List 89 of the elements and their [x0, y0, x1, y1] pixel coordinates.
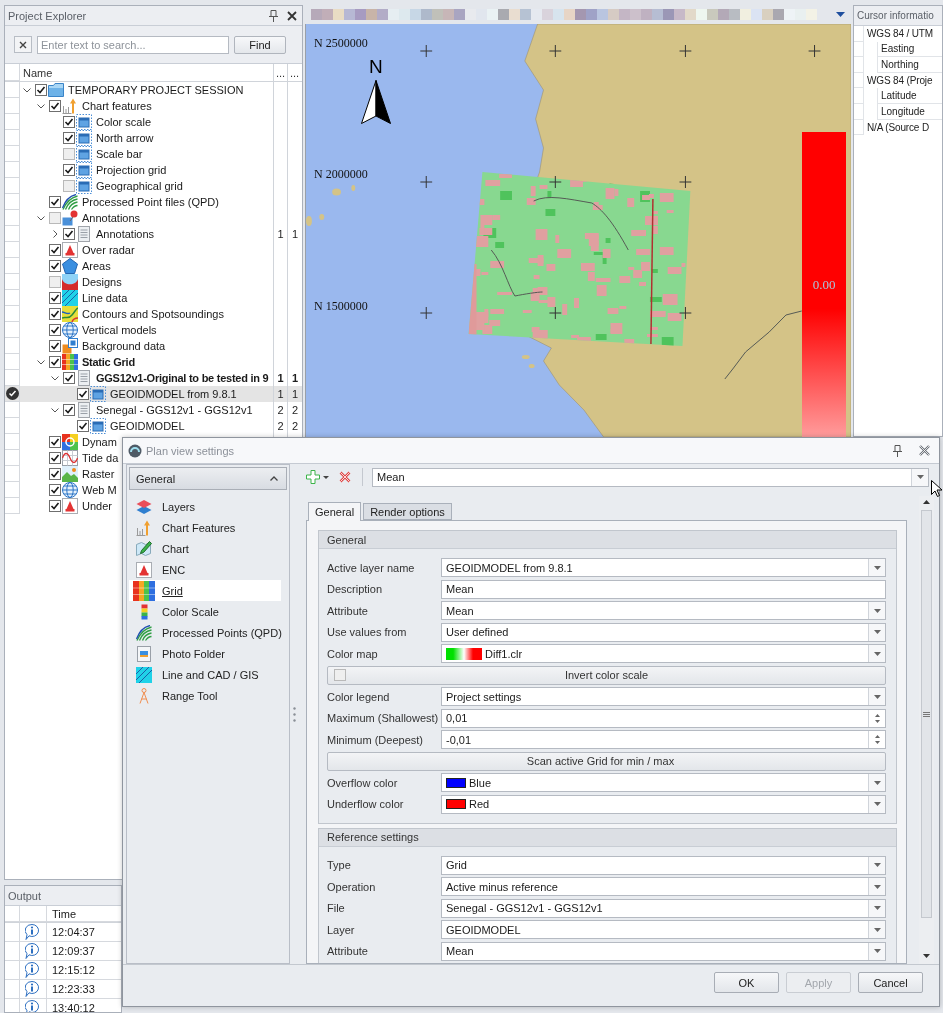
time-cell: 12:23:33	[52, 983, 95, 995]
category-label: Layers	[162, 500, 196, 513]
field-label: Description	[327, 583, 384, 595]
northing-label: N 1500000	[314, 299, 368, 314]
field-label: Overflow color	[327, 776, 399, 789]
count-cell: 2	[277, 404, 284, 416]
field-label: Underflow color	[327, 798, 405, 810]
count-cell: 2	[291, 420, 299, 432]
field-label: Color legend	[327, 690, 391, 703]
time-cell: 12:04:37	[52, 926, 95, 938]
count-cell: 2	[277, 420, 284, 432]
north-label: N	[369, 57, 383, 77]
field-label: Attribute	[327, 604, 369, 617]
tree-item-label: Designs	[82, 276, 122, 288]
category-label: Chart	[162, 542, 189, 555]
category-label: WGS 84 (Proje	[866, 73, 933, 88]
count-cell: 1	[277, 388, 284, 400]
northing-label: N 2000000	[314, 167, 368, 182]
group-title: Reference settings	[327, 831, 419, 843]
tree-item-label: Line data	[82, 292, 128, 304]
count-cell: 1	[291, 228, 299, 240]
tree-item-label: Dynam	[82, 436, 117, 448]
tree-item-label: Over radar	[82, 244, 135, 256]
count-cell: 1	[291, 388, 299, 400]
category-label: Range Tool	[162, 689, 218, 702]
panel-title: Output	[8, 889, 42, 902]
panel-title: Project Explorer	[8, 9, 87, 22]
category-label: Photo Folder	[162, 647, 225, 660]
count-cell: 2	[291, 404, 299, 416]
field-label: Maximum (Shallowest)	[327, 712, 440, 724]
group-title: General	[327, 533, 367, 546]
property-label: Easting	[881, 43, 915, 55]
tree-item-label: Areas	[82, 260, 111, 272]
panel-title: Cursor informatio	[857, 10, 934, 21]
category-label: WGS 84 / UTM	[866, 27, 933, 41]
field-label: Active layer name	[327, 561, 416, 574]
tree-item-label: Background data	[82, 340, 166, 352]
count-cell: 1	[277, 372, 284, 384]
category-label: Color Scale	[162, 605, 219, 618]
tree-item-label: Web M	[82, 484, 117, 496]
tree-item-label: Scale bar	[96, 148, 143, 160]
tree-item-label: Color scale	[96, 116, 152, 128]
column-header: Name	[22, 65, 54, 81]
field-label: Minimum (Deepest)	[327, 733, 424, 746]
tree-item-label: Under	[82, 500, 112, 512]
tree-item-label: North arrow	[96, 132, 154, 144]
time-cell: 13:40:12	[52, 1002, 95, 1012]
field-label: File	[327, 902, 346, 914]
time-cell: 12:15:12	[52, 964, 95, 976]
tree-item-label: Tide da	[82, 452, 119, 464]
time-cell: 12:09:37	[52, 945, 95, 957]
property-label: Northing	[881, 59, 919, 70]
field-label: Type	[327, 859, 352, 871]
field-label: Layer	[327, 923, 356, 936]
field-label: Attribute	[327, 945, 369, 957]
field-label: Operation	[327, 880, 377, 893]
tree-item-label: TEMPORARY PROJECT SESSION	[68, 84, 244, 96]
tree-item-label: Vertical models	[82, 324, 157, 336]
count-cell: 1	[277, 228, 284, 240]
tree-item-label: Static Grid	[82, 356, 135, 368]
category-label: Processed Points (QPD)	[162, 626, 282, 639]
count-cell: 1	[291, 372, 299, 384]
tree-item-label: Annotations	[82, 212, 141, 224]
tree-item-label: Chart features	[82, 100, 152, 112]
column-header: Time	[52, 907, 77, 920]
property-label: Longitude	[881, 105, 925, 117]
northing-label: N 2500000	[314, 36, 368, 51]
category-label: ENC	[162, 563, 186, 576]
tree-item-label: Senegal - GGS12v1 - GGS12v1	[96, 404, 253, 416]
dialog-title: Plan view settings	[146, 444, 236, 457]
category-label: Line and CAD / GIS	[162, 668, 259, 681]
category-label: N/A (Source D	[866, 120, 929, 135]
tree-item-label: Geographical grid	[96, 180, 183, 192]
column-header: ...	[287, 64, 302, 81]
field-label: Color map	[327, 647, 379, 660]
category-label: Grid	[162, 584, 183, 597]
tree-item-label: GEOIDMODEL	[110, 420, 185, 432]
tree-item-label: Contours and Spotsoundings	[82, 308, 224, 320]
field-label: Use values from	[327, 626, 408, 638]
tree-item-label: Projection grid	[96, 164, 167, 176]
tree-item-label: GGS12v1-Original to be tested in 9	[96, 372, 269, 384]
tree-item-label: Annotations	[96, 228, 155, 240]
category-label: Chart Features	[162, 521, 236, 534]
column-header: ...	[273, 64, 287, 81]
tree-item-label: GEOIDMODEL from 9.8.1	[110, 388, 237, 400]
color-scale-value: 0.00	[812, 277, 836, 293]
tree-item-label: Raster	[82, 468, 115, 480]
tree-item-label: Processed Point files (QPD)	[82, 196, 219, 208]
property-label: Latitude	[881, 90, 917, 102]
